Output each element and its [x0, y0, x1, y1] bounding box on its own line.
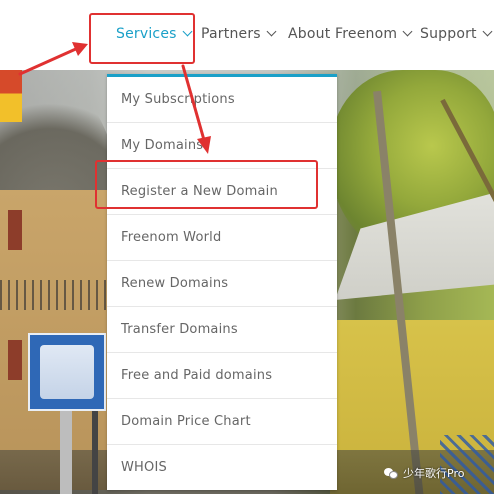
chevron-down-icon: [402, 26, 413, 37]
photo-sign-panel: [40, 345, 94, 399]
menu-item-register-new-domain[interactable]: Register a New Domain: [107, 169, 337, 215]
top-navigation: Services Partners About Freenom Support: [0, 0, 494, 70]
photo-balcony: [0, 280, 110, 310]
menu-item-domain-price-chart[interactable]: Domain Price Chart: [107, 399, 337, 445]
menu-item-my-subscriptions[interactable]: My Subscriptions: [107, 77, 337, 123]
services-dropdown-menu: My Subscriptions My Domains Register a N…: [107, 74, 337, 490]
photo-window: [8, 340, 22, 380]
menu-item-transfer-domains[interactable]: Transfer Domains: [107, 307, 337, 353]
photo-post: [60, 400, 72, 494]
nav-partners-label: Partners: [201, 26, 261, 42]
chevron-down-icon: [266, 26, 277, 37]
chevron-down-icon: [482, 26, 493, 37]
photo-lamp-post: [92, 400, 98, 494]
nav-partners[interactable]: Partners: [201, 26, 277, 46]
menu-item-free-and-paid-domains[interactable]: Free and Paid domains: [107, 353, 337, 399]
menu-item-renew-domains[interactable]: Renew Domains: [107, 261, 337, 307]
nav-support[interactable]: Support: [420, 26, 493, 46]
photo-street-sign: [28, 333, 106, 411]
watermark: 少年歌行Pro: [384, 463, 464, 483]
menu-item-freenom-world[interactable]: Freenom World: [107, 215, 337, 261]
menu-item-whois[interactable]: WHOIS: [107, 445, 337, 490]
photo-flag: [0, 70, 22, 122]
menu-item-my-domains[interactable]: My Domains: [107, 123, 337, 169]
chevron-down-icon: [182, 26, 193, 37]
nav-services-label: Services: [116, 26, 177, 42]
watermark-text: 少年歌行Pro: [403, 467, 465, 480]
nav-about-label: About Freenom: [288, 26, 398, 42]
nav-support-label: Support: [420, 26, 477, 42]
nav-services[interactable]: Services: [116, 26, 193, 46]
photo-window: [8, 210, 22, 250]
nav-about-freenom[interactable]: About Freenom: [288, 26, 413, 46]
wechat-icon: [384, 466, 398, 480]
